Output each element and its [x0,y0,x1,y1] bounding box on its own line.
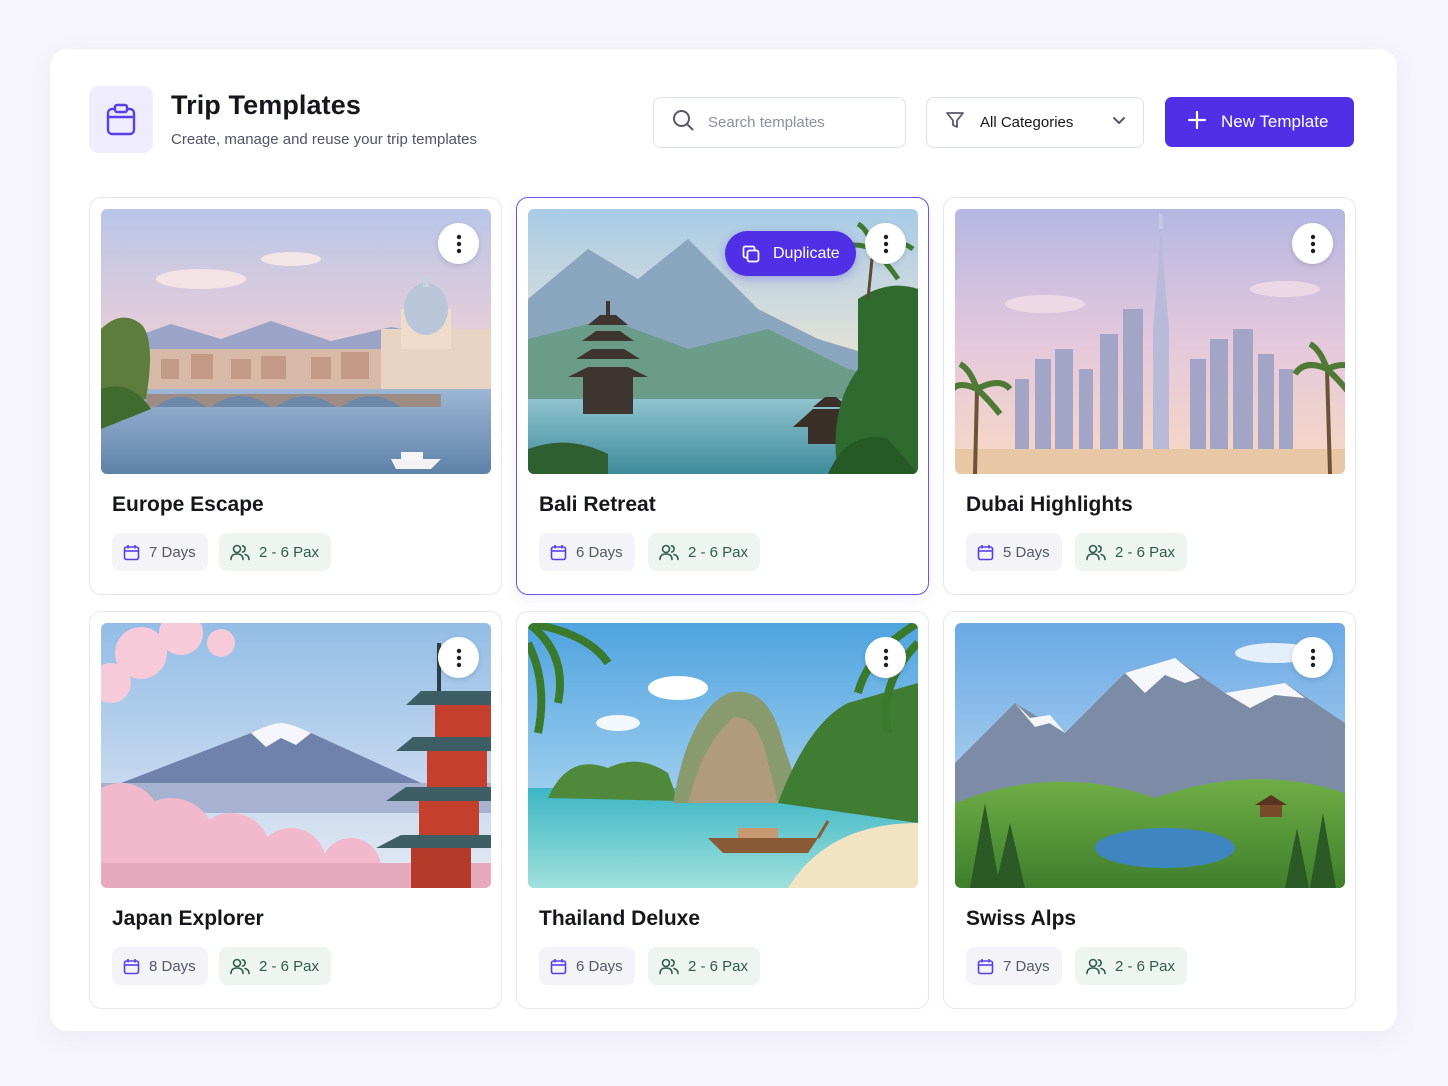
pax-text: 2 - 6 Pax [259,543,320,561]
search-icon [672,109,694,136]
pax-badge: 2 - 6 Pax [1075,947,1188,985]
more-vertical-icon [456,648,461,667]
users-icon [1086,544,1106,560]
users-icon [659,544,679,560]
more-options-button[interactable] [438,223,479,264]
more-options-button[interactable] [1292,637,1333,678]
category-select[interactable]: All Categories [926,97,1144,148]
template-card[interactable]: Dubai Highlights 5 Days 2 - 6 Pax [943,197,1356,595]
days-badge: 7 Days [966,947,1062,985]
new-template-label: New Template [1221,112,1329,131]
template-card[interactable]: Swiss Alps 7 Days 2 - 6 Pax [943,611,1356,1009]
users-icon [230,544,250,560]
days-text: 8 Days [149,957,196,975]
days-badge: 6 Days [539,947,635,985]
copy-icon [742,245,760,262]
search-box[interactable] [653,97,906,148]
days-text: 6 Days [576,957,623,975]
days-text: 5 Days [1003,543,1050,561]
pax-badge: 2 - 6 Pax [219,947,332,985]
calendar-icon [977,958,994,974]
template-card[interactable]: Thailand Deluxe 6 Days 2 - 6 Pax [516,611,929,1009]
chevron-down-icon [1111,112,1127,133]
template-name: Thailand Deluxe [539,907,701,930]
calendar-icon [550,958,567,974]
more-vertical-icon [1310,648,1315,667]
more-options-button[interactable] [1292,223,1333,264]
more-options-button[interactable] [865,637,906,678]
template-name: Dubai Highlights [966,493,1133,516]
pax-text: 2 - 6 Pax [259,957,320,975]
more-vertical-icon [883,234,888,253]
template-image [955,209,1345,474]
users-icon [230,958,250,974]
calendar-icon [123,544,140,560]
new-template-button[interactable]: New Template [1165,97,1354,147]
calendar-icon [977,544,994,560]
days-text: 7 Days [1003,957,1050,975]
days-badge: 5 Days [966,533,1062,571]
calendar-icon [123,958,140,974]
days-badge: 8 Days [112,947,208,985]
pax-text: 2 - 6 Pax [688,957,749,975]
pax-text: 2 - 6 Pax [688,543,749,561]
filter-icon [945,110,965,135]
template-image [955,623,1345,888]
template-card[interactable]: Japan Explorer 8 Days 2 - 6 Pax [89,611,502,1009]
template-image [101,623,491,888]
more-vertical-icon [456,234,461,253]
days-text: 7 Days [149,543,196,561]
template-image [528,209,918,474]
more-vertical-icon [883,648,888,667]
pax-text: 2 - 6 Pax [1115,543,1176,561]
template-name: Bali Retreat [539,493,656,516]
template-name: Swiss Alps [966,907,1077,930]
more-options-button[interactable] [865,223,906,264]
template-image [528,623,918,888]
clipboard-icon [89,86,153,153]
template-name: Japan Explorer [112,907,264,930]
more-vertical-icon [1310,234,1315,253]
template-card[interactable]: Duplicate Bali Retreat 6 Days 2 - 6 Pax [516,197,929,595]
pax-badge: 2 - 6 Pax [648,947,761,985]
pax-text: 2 - 6 Pax [1115,957,1176,975]
users-icon [1086,958,1106,974]
duplicate-button[interactable]: Duplicate [725,231,856,276]
pax-badge: 2 - 6 Pax [648,533,761,571]
pax-badge: 2 - 6 Pax [1075,533,1188,571]
days-badge: 7 Days [112,533,208,571]
days-text: 6 Days [576,543,623,561]
days-badge: 6 Days [539,533,635,571]
duplicate-label: Duplicate [773,244,840,262]
template-image [101,209,491,474]
template-card[interactable]: Europe Escape 7 Days 2 - 6 Pax [89,197,502,595]
page-title: Trip Templates [171,90,361,120]
search-input[interactable] [708,114,888,131]
users-icon [659,958,679,974]
plus-icon [1187,110,1207,135]
page-subtitle: Create, manage and reuse your trip templ… [171,131,477,148]
more-options-button[interactable] [438,637,479,678]
template-name: Europe Escape [112,493,264,516]
pax-badge: 2 - 6 Pax [219,533,332,571]
category-select-value: All Categories [980,114,1074,131]
calendar-icon [550,544,567,560]
